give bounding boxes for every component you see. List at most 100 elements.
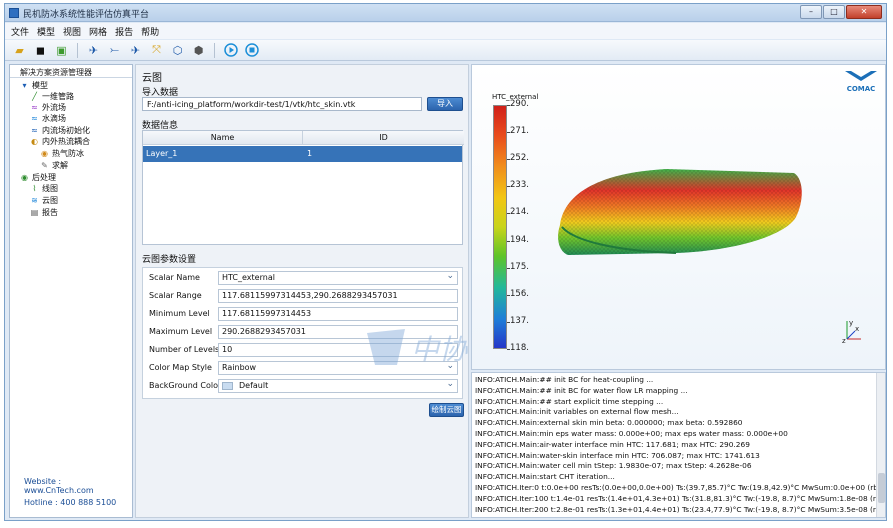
- expand-icon[interactable]: ⤧: [148, 42, 165, 59]
- 3d-viewer[interactable]: COMAC HTC_external 290. 271. 252. 233. 214. 1…: [471, 64, 886, 370]
- droplet-icon: ≈: [31, 114, 38, 123]
- solution-explorer-header: 解决方案资源管理器: [10, 65, 132, 78]
- param-label: Color Map Style: [149, 363, 212, 372]
- tree-item-6[interactable]: ◉ 热气防冰: [40, 148, 84, 159]
- legend-tick-label: 214.: [510, 207, 529, 218]
- legend-tick-label: 252.: [510, 153, 529, 164]
- plane-icon[interactable]: ✈: [85, 42, 102, 59]
- comac-text: COMAC: [846, 85, 876, 93]
- log-line: INFO:ATICH.Main:## start explicit time s…: [475, 396, 664, 406]
- menu-bar: 文件 模型 视图 网格 报告 帮助: [5, 23, 886, 39]
- log-line: INFO:ATICH.Main:## init BC for water flo…: [475, 385, 688, 395]
- tree-item-10[interactable]: ≋ 云图: [30, 195, 58, 206]
- tree-item-0[interactable]: ▾ 模型: [20, 80, 48, 91]
- tree-item-1[interactable]: ╱ 一维管路: [30, 91, 74, 102]
- plane-side-icon[interactable]: ⤚: [106, 42, 123, 59]
- tree-item-label: 内流场初始化: [42, 126, 90, 135]
- tree-item-label: 后处理: [32, 173, 56, 182]
- tree-item-11[interactable]: ▤ 报告: [30, 207, 58, 218]
- tree-item-5[interactable]: ◐ 内外热流耦合: [30, 136, 90, 147]
- report-icon: ▤: [30, 208, 39, 217]
- plot-contour-button[interactable]: 绘制云图: [429, 403, 464, 417]
- log-line: INFO:ATICH.Iter:200 t:2.8e-01 resTs:(1.3…: [475, 504, 886, 514]
- tree-item-7[interactable]: ✎ 求解: [40, 160, 68, 171]
- stop-icon[interactable]: [243, 42, 260, 59]
- menu-report[interactable]: 报告: [115, 25, 133, 38]
- param-label: Maximum Level: [149, 327, 213, 336]
- pipe-icon: ╱: [32, 92, 37, 101]
- background-color-select[interactable]: Default: [218, 379, 458, 393]
- tree-item-9[interactable]: ⌇ 线图: [30, 183, 58, 194]
- cube-solid-icon[interactable]: ⬢: [190, 42, 207, 59]
- params-label: 云图参数设置: [142, 255, 197, 265]
- tree-item-label: 模型: [32, 81, 48, 90]
- scrollbar-thumb[interactable]: [878, 473, 885, 503]
- maximize-button[interactable]: □: [823, 5, 845, 19]
- wing-surface: [558, 169, 802, 255]
- title-bar: 民机防冰系统性能评估仿真平台 – □ ✕: [5, 4, 886, 22]
- column-header-id[interactable]: ID: [303, 131, 464, 145]
- tree-item-label: 报告: [42, 208, 58, 217]
- main-window: 民机防冰系统性能评估仿真平台 – □ ✕ 文件 模型 视图 网格 报告 帮助 ▰…: [4, 3, 887, 521]
- param-label: Scalar Range: [149, 291, 202, 300]
- legend-tick-label: 156.: [510, 288, 529, 299]
- log-line: INFO:ATICH.Main:init variables on extern…: [475, 407, 679, 417]
- scalar-name-select[interactable]: HTC_external: [218, 271, 458, 285]
- flow-icon: ≈: [31, 103, 38, 112]
- tree-item-label: 内外热流耦合: [42, 137, 90, 146]
- tree-item-2[interactable]: ≈ 外流场: [30, 102, 66, 113]
- console-scrollbar[interactable]: [876, 373, 885, 517]
- file-path-input[interactable]: F:/anti-icing_platform/workdir-test/1/vt…: [142, 97, 422, 111]
- legend-tick-label: 175.: [510, 261, 529, 272]
- log-line: INFO:ATICH.Main:air-water interface min …: [475, 439, 750, 449]
- param-row-minimum-level: Minimum Level 117.68115997314453: [143, 306, 462, 324]
- window-controls: – □ ✕: [800, 5, 882, 20]
- import-button[interactable]: 导入: [427, 97, 463, 111]
- plane-top-icon[interactable]: ✈: [127, 42, 144, 59]
- toolbar-separator: [77, 42, 78, 58]
- tree-item-label: 水滴场: [42, 114, 66, 123]
- save-icon[interactable]: ◼: [32, 42, 49, 59]
- hotline-text: Hotline : 400 888 5100: [24, 498, 117, 507]
- contour-settings-panel: 云图 导入数据 F:/anti-icing_platform/workdir-t…: [135, 64, 469, 518]
- run-icon[interactable]: [222, 42, 239, 59]
- legend-tick-label: 233.: [510, 180, 529, 191]
- axis-label-x: x: [855, 325, 859, 333]
- cube-icon[interactable]: ⬡: [169, 42, 186, 59]
- scalar-range-input[interactable]: 117.68115997314453,290.2688293457031: [218, 289, 458, 303]
- param-row-background-color: BackGround Color Default: [143, 378, 462, 396]
- log-line: INFO:ATICH.Main:water cell min tStep: 1.…: [475, 461, 752, 471]
- image-icon[interactable]: ▣: [53, 42, 70, 59]
- eye-icon: ◉: [21, 173, 28, 182]
- init-icon: ≈: [31, 126, 38, 135]
- table-row[interactable]: Layer_1 1: [143, 146, 462, 162]
- column-header-name[interactable]: Name: [143, 131, 303, 145]
- log-line: INFO:ATICH.Main:start CHT iteration...: [475, 472, 615, 482]
- tree-item-label: 云图: [42, 196, 58, 205]
- contour-icon: ≋: [31, 196, 38, 205]
- menu-mesh[interactable]: 网格: [89, 25, 107, 38]
- tree-item-4[interactable]: ≈ 内流场初始化: [30, 125, 90, 136]
- menu-model[interactable]: 模型: [37, 25, 55, 38]
- app-icon: [9, 8, 19, 18]
- toolbar: ▰ ◼ ▣ ✈ ⤚ ✈ ⤧ ⬡ ⬢: [5, 40, 886, 61]
- watermark-text: 中协: [411, 333, 468, 366]
- open-folder-icon[interactable]: ▰: [11, 42, 28, 59]
- menu-help[interactable]: 帮助: [141, 25, 159, 38]
- cell-name: Layer_1: [146, 149, 178, 158]
- minimize-button[interactable]: –: [800, 5, 822, 19]
- tree-item-label: 求解: [52, 161, 68, 170]
- menu-view[interactable]: 视图: [63, 25, 81, 38]
- minimum-level-input[interactable]: 117.68115997314453: [218, 307, 458, 321]
- log-line: INFO:ATICH.Iter:100 t:1.4e-01 resTs:(1.4…: [475, 493, 886, 503]
- log-console[interactable]: INFO:ATICH.Main:## init BC for heat-coup…: [471, 372, 886, 518]
- legend-tick-label: 137.: [510, 315, 529, 326]
- legend-tick-label: 194.: [510, 234, 529, 245]
- line-chart-icon: ⌇: [32, 184, 37, 193]
- close-button[interactable]: ✕: [846, 5, 882, 19]
- tree-item-8[interactable]: ◉ 后处理: [20, 172, 56, 183]
- tree-item-3[interactable]: ≈ 水滴场: [30, 113, 66, 124]
- log-line: INFO:ATICH.Main:## init BC for heat-coup…: [475, 375, 654, 384]
- menu-file[interactable]: 文件: [11, 25, 29, 38]
- log-line: INFO:ATICH.Iter:0 t:0.0e+00 resTs:(0.0e+…: [475, 483, 886, 492]
